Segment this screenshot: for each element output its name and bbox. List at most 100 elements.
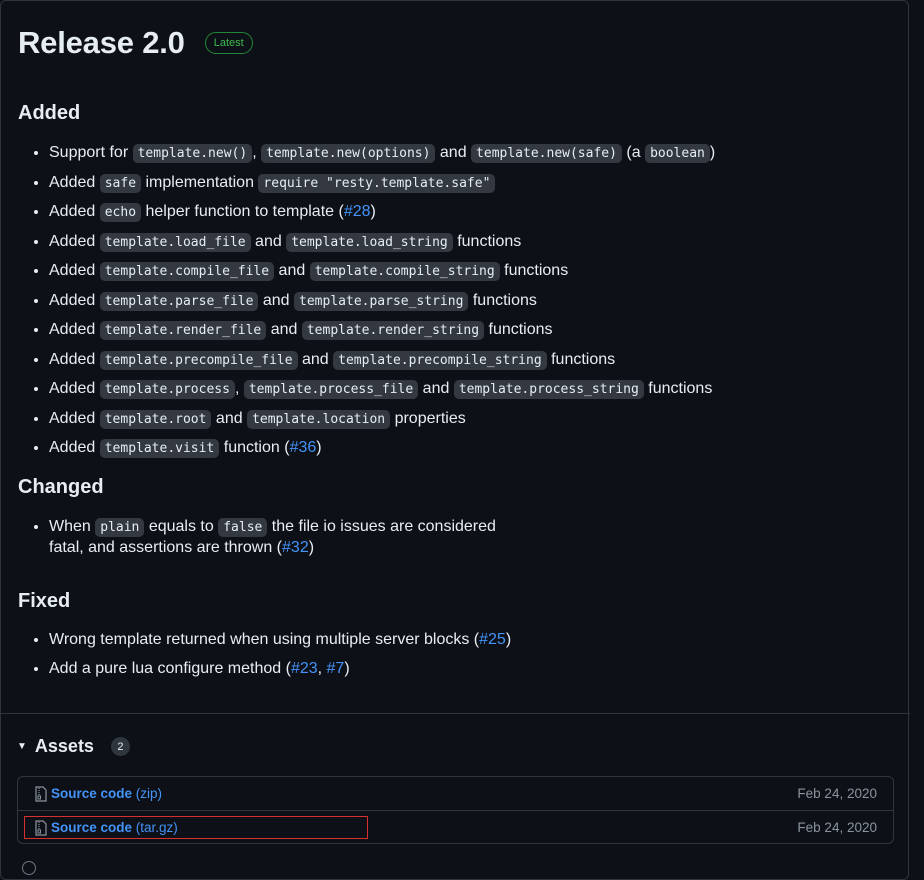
file-zip-icon — [35, 785, 47, 802]
item-text: and — [211, 409, 248, 427]
item-text: Added — [49, 262, 100, 279]
item-text: and — [297, 350, 334, 368]
inline-code: template.new() — [132, 144, 253, 163]
asset-row: Source code (tar.gz) Feb 24, 2020 — [18, 810, 893, 844]
issue-link[interactable]: #23 — [291, 660, 318, 677]
added-list: Support for template.new(), template.new… — [31, 143, 715, 468]
inline-code: template.parse_file — [99, 291, 259, 311]
list-item: When plain equals to false the file io i… — [49, 517, 496, 558]
asset-link-zip[interactable]: Source code (zip) — [51, 786, 162, 801]
inline-code: false — [218, 518, 268, 537]
issue-link[interactable]: #28 — [344, 203, 371, 220]
item-text: and — [258, 291, 295, 309]
item-text: fatal, and assertions are thrown ( — [49, 539, 283, 556]
inline-code: template.process — [99, 380, 235, 399]
item-text: function ( — [219, 439, 290, 456]
list-item: Added template.root and template.locatio… — [49, 409, 715, 430]
section-heading-fixed: Fixed — [18, 590, 71, 612]
inline-code: template.root — [99, 409, 212, 429]
release-title[interactable]: Release 2.0 — [18, 25, 185, 61]
inline-code: template.visit — [99, 439, 220, 458]
item-text: ) — [709, 144, 716, 161]
list-item: Wrong template returned when using multi… — [49, 630, 511, 650]
issue-link[interactable]: #25 — [479, 631, 506, 648]
inline-code: template.process_string — [453, 380, 644, 399]
item-text: and — [250, 232, 287, 250]
item-text: and — [435, 144, 472, 161]
item-text: , — [317, 659, 327, 677]
inline-code: plain — [95, 518, 145, 537]
changed-list: When plain equals to false the file io i… — [31, 517, 496, 567]
list-item: Added safe implementation require "resty… — [49, 173, 715, 194]
item-text: ) — [505, 631, 512, 648]
section-heading-added: Added — [18, 102, 81, 124]
inline-code: template.new(safe) — [471, 144, 622, 163]
item-text: Added — [49, 203, 100, 220]
item-text: helper function to template ( — [141, 203, 344, 220]
asset-date: Feb 24, 2020 — [797, 786, 877, 801]
inline-code: template.load_string — [286, 232, 453, 252]
triangle-down-icon[interactable]: ▼ — [17, 741, 27, 752]
item-text: ) — [370, 203, 376, 220]
inline-code: template.load_file — [99, 232, 251, 252]
item-text: Added — [49, 439, 100, 456]
list-item: Added template.render_file and template.… — [49, 320, 715, 341]
item-text: Added — [49, 380, 100, 397]
assets-count-badge: 2 — [110, 737, 130, 756]
inline-code: template.new(options) — [261, 144, 436, 163]
list-item: Added template.parse_file and template.p… — [49, 291, 715, 312]
list-item: Added template.compile_file and template… — [49, 261, 715, 282]
assets-header[interactable]: ▼ Assets 2 — [17, 736, 130, 757]
release-card: Release 2.0 Latest Added Support for tem… — [0, 0, 910, 880]
issue-link[interactable]: #32 — [282, 539, 309, 556]
item-text: Added — [49, 350, 100, 368]
reaction-icon[interactable] — [22, 861, 36, 875]
item-text: , — [252, 144, 262, 161]
item-text: Add a pure lua configure method ( — [49, 659, 291, 677]
item-text: (a — [621, 144, 646, 161]
inline-code: require "resty.template.safe" — [258, 173, 496, 193]
item-text: functions — [452, 232, 522, 250]
item-text: When — [49, 518, 96, 535]
item-text: implementation — [141, 173, 259, 191]
item-text: functions — [546, 350, 616, 368]
item-text: and — [274, 262, 310, 279]
item-text: ) — [308, 539, 315, 556]
highlight-box — [24, 816, 368, 839]
item-text: ) — [344, 659, 350, 677]
section-divider — [1, 713, 910, 714]
list-item: Support for template.new(), template.new… — [49, 143, 715, 164]
assets-list: Source code (zip) Feb 24, 2020 Source co… — [17, 776, 894, 844]
item-text: Wrong template returned when using multi… — [49, 631, 480, 648]
list-item: Added template.load_file and template.lo… — [49, 232, 715, 253]
item-text: Added — [49, 321, 100, 338]
list-item: Added template.visit function (#36) — [49, 438, 715, 459]
inline-code: template.render_string — [301, 321, 485, 340]
inline-code: template.process_file — [243, 380, 419, 399]
item-text: and — [418, 380, 454, 397]
list-item: Added template.process, template.process… — [49, 379, 715, 400]
item-text: the file io issues are considered — [267, 518, 496, 535]
inline-code: echo — [99, 203, 142, 222]
list-item: Added template.precompile_file and templ… — [49, 350, 715, 371]
item-text: functions — [499, 262, 569, 279]
inline-code: template.location — [247, 409, 391, 429]
item-text: and — [266, 321, 302, 338]
issue-link[interactable]: #36 — [290, 439, 317, 456]
inline-code: template.compile_string — [309, 262, 500, 281]
list-item: Add a pure lua configure method (#23, #7… — [49, 659, 511, 679]
item-text: , — [234, 380, 244, 397]
inline-code: boolean — [645, 144, 710, 163]
issue-link[interactable]: #7 — [327, 660, 345, 677]
inline-code: template.precompile_file — [99, 350, 298, 370]
item-text: functions — [468, 291, 537, 309]
inline-code: template.compile_file — [99, 262, 275, 281]
inline-code: template.parse_string — [294, 291, 469, 311]
asset-row: Source code (zip) Feb 24, 2020 — [18, 777, 893, 810]
item-text: Added — [49, 291, 100, 309]
release-header: Release 2.0 Latest — [18, 25, 253, 61]
item-text: functions — [484, 321, 553, 338]
section-heading-changed: Changed — [18, 476, 104, 498]
inline-code: template.render_file — [99, 321, 267, 340]
list-item: Added echo helper function to template (… — [49, 202, 715, 223]
